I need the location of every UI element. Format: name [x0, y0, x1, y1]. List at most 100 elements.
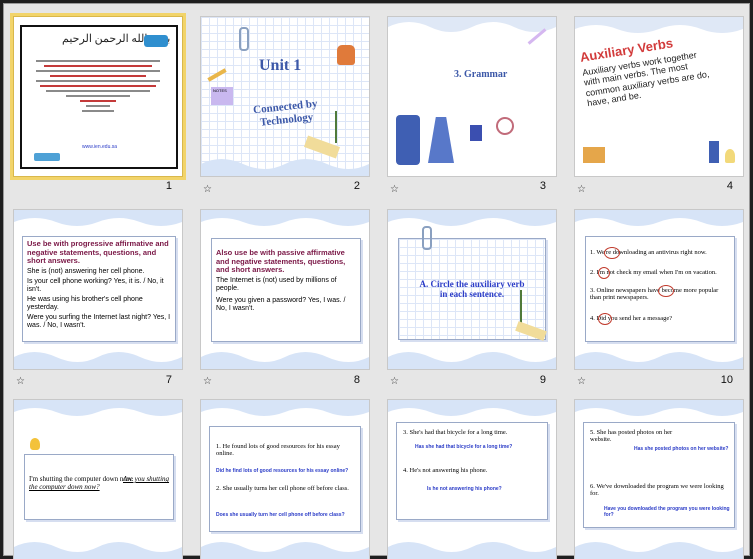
slide-12-question-1: 1. He found lots of good resources for h… — [216, 443, 340, 458]
wave-decoration — [201, 210, 369, 226]
slide-13-answer-2: Is he not answering his phone? — [427, 486, 502, 492]
answer-circle — [598, 267, 610, 279]
transition-star-icon[interactable]: ☆ — [577, 184, 586, 195]
slide-2-unit: Unit 1 — [259, 57, 302, 74]
slide-13-question-2: 4. He's not answering his phone. — [403, 467, 488, 474]
slide-2-title: Connected by Technology — [252, 97, 318, 129]
backpack-icon — [337, 45, 355, 65]
pencil-icon — [207, 68, 227, 82]
slide-7-line-3: He was using his brother's cell phone ye… — [27, 296, 143, 312]
wave-decoration — [575, 400, 743, 416]
wave-decoration — [201, 159, 369, 176]
slide-thumbnail-10[interactable]: 1. We're downloading an antivirus right … — [575, 210, 743, 369]
wave-decoration — [388, 17, 556, 32]
wave-decoration — [14, 542, 182, 559]
wave-decoration — [201, 542, 369, 559]
slide-14-question-1: 5. She has posted photos on her website. — [590, 429, 673, 444]
flask-icon — [725, 149, 735, 163]
answer-circle — [658, 285, 674, 297]
answer-circle — [604, 247, 620, 259]
slide-12-answer-1: Did he find lots of good resources for h… — [216, 468, 349, 474]
slide-7-card: Use be with progressive affirmative and … — [22, 236, 176, 342]
slide-thumbnail-1[interactable]: بسم الله الرحمن الرحيم www.ien.edu.sa — [14, 17, 182, 176]
watermark-logo-icon — [34, 153, 60, 161]
slide-number-10: 10 — [720, 374, 733, 386]
magnifier-icon — [496, 117, 514, 135]
slide-number-7: 7 — [165, 374, 172, 386]
sticky-note: NOTES — [211, 87, 233, 105]
slide-7-line-4: Were you surfing the Internet last night… — [27, 314, 171, 330]
slide-number-3: 3 — [539, 180, 546, 192]
wave-decoration — [388, 542, 556, 559]
slide-12-card: 1. He found lots of good resources for h… — [209, 426, 361, 532]
slide-1-frame: بسم الله الرحمن الرحيم www.ien.edu.sa — [20, 25, 178, 169]
wave-decoration — [575, 210, 743, 226]
wave-decoration — [201, 400, 369, 416]
slide-number-2: 2 — [353, 180, 360, 192]
slide-thumbnail-2[interactable]: Unit 1 Connected by Technology NOTES — [201, 17, 369, 176]
slide-7-line-2: Is your cell phone working? Yes, it is. … — [27, 278, 164, 294]
slide-thumbnail-3[interactable]: 3. Grammar — [388, 17, 556, 176]
slide-thumbnail-9[interactable]: A. Circle the auxiliary verb in each sen… — [388, 210, 556, 369]
slide-14-answer-1: Has she posted photos on her website? — [634, 446, 729, 452]
slide-13-answer-1: Has she had that bicycle for a long time… — [415, 444, 513, 450]
wave-decoration — [388, 400, 556, 416]
slide-thumbnail-13[interactable]: 3. She's had that bicycle for a long tim… — [388, 400, 556, 559]
wave-decoration — [575, 542, 743, 559]
slide-14-question-2: 6. We've downloaded the program we were … — [590, 483, 724, 498]
slide-thumbnail-7[interactable]: Use be with progressive affirmative and … — [14, 210, 182, 369]
wave-decoration — [388, 352, 556, 369]
wave-decoration — [201, 352, 369, 369]
transition-star-icon[interactable]: ☆ — [16, 376, 25, 387]
slide-13-card: 3. She's had that bicycle for a long tim… — [396, 422, 548, 520]
slide-number-9: 9 — [539, 374, 546, 386]
slide-number-1: 1 — [165, 180, 172, 192]
blazer-icon — [396, 115, 420, 165]
transition-star-icon[interactable]: ☆ — [203, 184, 212, 195]
transition-star-icon[interactable]: ☆ — [390, 376, 399, 387]
plant-icon — [335, 111, 353, 143]
slide-7-heading: Use be with progressive affirmative and … — [27, 239, 169, 266]
slide-12-answer-2: Does she usually turn her cell phone off… — [216, 512, 345, 518]
slide-thumbnail-12[interactable]: 1. He found lots of good resources for h… — [201, 400, 369, 559]
transition-star-icon[interactable]: ☆ — [203, 376, 212, 387]
slide-thumbnail-4[interactable]: Auxiliary Verbs Auxiliary verbs work tog… — [575, 17, 743, 176]
slide-thumbnail-14[interactable]: 5. She has posted photos on her website.… — [575, 400, 743, 559]
paperclip-icon — [422, 226, 432, 250]
slide-11-answer: Are you shutting the computer down now? — [29, 475, 170, 492]
slide-8-heading: Also use be with passive affirmative and… — [216, 248, 346, 275]
slide-13-question-1: 3. She's had that bicycle for a long tim… — [403, 429, 508, 436]
wave-decoration — [388, 210, 556, 226]
slide-10-card: 1. We're downloading an antivirus right … — [585, 236, 735, 342]
transition-star-icon[interactable]: ☆ — [390, 184, 399, 195]
books-icon — [583, 147, 605, 163]
wave-decoration — [14, 352, 182, 369]
answer-circle — [598, 313, 612, 325]
microscope-icon — [709, 141, 719, 163]
slide-thumbnail-8[interactable]: Also use be with passive affirmative and… — [201, 210, 369, 369]
slide-7-line-1: She is (not) answering her cell phone. — [27, 268, 145, 275]
paperclip-icon — [239, 27, 249, 51]
ministry-logo-icon — [144, 35, 168, 47]
slide-8-line-2: Were you given a password? Yes, I was. /… — [216, 297, 346, 313]
slide-thumbnail-11[interactable]: I'm shutting the computer down now. Are … — [14, 400, 182, 559]
wave-decoration — [14, 210, 182, 226]
slide-number-8: 8 — [353, 374, 360, 386]
slide-14-card: 5. She has posted photos on her website.… — [583, 422, 735, 528]
dress-icon — [428, 117, 454, 163]
lightbulb-icon — [30, 438, 40, 450]
wave-decoration — [575, 352, 743, 369]
slide-3-heading: 3. Grammar — [454, 69, 508, 80]
slide-12-question-2: 2. She usually turns her cell phone off … — [216, 485, 349, 492]
plant-icon — [520, 290, 538, 326]
slide-1-text-lines — [36, 57, 160, 115]
book-icon — [470, 125, 482, 141]
slide-11-card: I'm shutting the computer down now. Are … — [24, 454, 174, 520]
slide-1-site-link: www.ien.edu.sa — [82, 144, 118, 150]
wave-decoration — [14, 400, 182, 416]
slide-sorter-pane: بسم الله الرحمن الرحيم www.ien.edu.sa 1 — [3, 3, 750, 559]
slide-14-answer-2: Have you downloaded the program you were… — [604, 506, 730, 518]
slide-8-line-1: The Internet is (not) used by millions o… — [216, 277, 337, 293]
transition-star-icon[interactable]: ☆ — [577, 376, 586, 387]
slide-number-4: 4 — [726, 180, 733, 192]
